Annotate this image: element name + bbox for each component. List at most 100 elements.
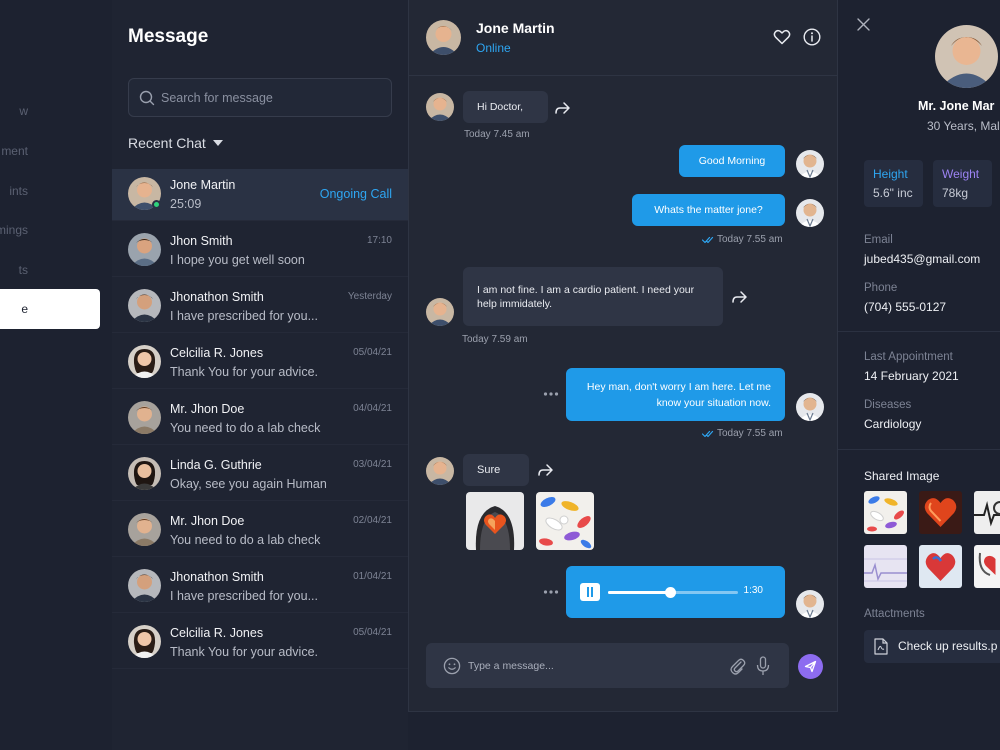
message-text-line: Hey man, don't worry I am here. Let me: [586, 381, 771, 393]
attachments-title: Attactments: [864, 608, 925, 620]
doctor-avatar: [796, 393, 824, 421]
message-composer: [426, 643, 789, 688]
shared-image-heart-model[interactable]: [919, 545, 962, 588]
chat-preview: I have prescribed for you...: [170, 589, 318, 603]
message-text-line: know your situation now.: [656, 397, 771, 409]
forward-icon[interactable]: [536, 461, 554, 479]
message-bubble-outgoing: Hey man, don't worry I am here. Let me k…: [566, 368, 785, 421]
message-time: Today 7.45 am: [464, 129, 530, 140]
more-options-icon[interactable]: [543, 391, 559, 397]
shared-image-chart[interactable]: [864, 545, 907, 588]
shared-image-ecg[interactable]: [974, 491, 1000, 534]
recent-chat-dropdown[interactable]: Recent Chat: [128, 135, 223, 151]
message-input[interactable]: [468, 643, 718, 688]
close-icon[interactable]: [857, 18, 870, 31]
audio-progress-knob[interactable]: [665, 587, 677, 598]
chat-preview: Thank You for your advice.: [170, 365, 319, 379]
attachment-file[interactable]: Check up results.p: [864, 630, 1000, 663]
pdf-file-icon: [874, 638, 888, 655]
chat-time: 01/04/21: [353, 571, 392, 582]
heart-icon[interactable]: [773, 28, 791, 46]
info-icon[interactable]: [803, 28, 821, 46]
chat-item[interactable]: Jhonathon Smith I have prescribed for yo…: [112, 281, 408, 333]
nav-item-label: w: [19, 104, 28, 118]
message-time: Today 7.59 am: [462, 334, 528, 345]
avatar: [128, 569, 161, 602]
contact-avatar[interactable]: [426, 20, 461, 55]
nav-item-appointment[interactable]: ment: [0, 131, 100, 171]
chat-time: 05/04/21: [353, 347, 392, 358]
shared-image-heart[interactable]: [919, 491, 962, 534]
microphone-icon[interactable]: [756, 656, 770, 676]
last-appointment-value: 14 February 2021: [864, 369, 959, 383]
search-box[interactable]: [128, 78, 392, 117]
nav-item-timings[interactable]: e Timings: [0, 210, 100, 250]
nav-item-overview[interactable]: w: [0, 91, 100, 131]
voice-message: 1:30: [566, 566, 785, 618]
paperclip-icon[interactable]: [728, 656, 746, 676]
chat-name: Jhonathon Smith: [170, 570, 264, 584]
audio-progress-track[interactable]: [608, 587, 738, 598]
avatar: [128, 625, 161, 658]
send-button[interactable]: [798, 654, 823, 679]
chat-item[interactable]: Jhon Smith I hope you get well soon 17:1…: [112, 225, 408, 277]
chat-item[interactable]: Jhonathon Smith I have prescribed for yo…: [112, 561, 408, 613]
message-time: Today 7.55 am: [717, 234, 783, 245]
chat-time: 03/04/21: [353, 459, 392, 470]
nav-item-patients[interactable]: ints: [0, 171, 100, 211]
chat-item-active[interactable]: Jone Martin 25:09 Ongoing Call: [112, 169, 408, 221]
ongoing-call-link[interactable]: Ongoing Call: [320, 187, 392, 201]
chat-preview: I hope you get well soon: [170, 253, 305, 267]
phone-label: Phone: [864, 282, 898, 294]
search-input[interactable]: [161, 79, 387, 116]
message-text-line: help immidately.: [477, 298, 553, 310]
message-time: Today 7.55 am: [717, 428, 783, 439]
chat-time: 04/04/21: [353, 403, 392, 414]
chat-time: Yesterday: [347, 291, 392, 302]
nav-item-message[interactable]: e: [0, 289, 100, 329]
chat-time: 02/04/21: [353, 515, 392, 526]
recent-chat-label: Recent Chat: [128, 135, 206, 151]
height-label: Height: [873, 167, 908, 181]
emoji-icon[interactable]: [443, 657, 461, 675]
search-icon: [139, 90, 155, 106]
email-value[interactable]: jubed435@gmail.com: [864, 252, 980, 266]
nav-item-label: ts: [18, 263, 28, 277]
chat-item[interactable]: Celcilia R. Jones Thank You for your adv…: [112, 337, 408, 389]
chat-name: Celcilia R. Jones: [170, 346, 264, 360]
pause-button[interactable]: [580, 583, 600, 601]
avatar: [128, 233, 161, 266]
attachment-file-name: Check up results.p: [898, 639, 998, 653]
avatar: [128, 457, 161, 490]
chat-item[interactable]: Mr. Jhon Doe You need to do a lab check …: [112, 505, 408, 557]
last-appointment-label: Last Appointment: [864, 351, 953, 363]
avatar: [128, 513, 161, 546]
contact-name: Jone Martin: [476, 20, 555, 36]
nav-item-reports[interactable]: ts: [0, 250, 100, 290]
more-options-icon[interactable]: [543, 589, 559, 595]
shared-image-stethoscope[interactable]: [974, 545, 1000, 588]
chat-item[interactable]: Linda G. Guthrie Okay, see you again Hum…: [112, 449, 408, 501]
chat-image-pills[interactable]: [536, 492, 594, 550]
avatar: [128, 345, 161, 378]
divider: [838, 449, 1000, 450]
doctor-avatar: [796, 199, 824, 227]
forward-icon[interactable]: [553, 99, 571, 117]
forward-icon[interactable]: [730, 288, 748, 306]
doctor-avatar: [796, 590, 824, 618]
shared-image-pills[interactable]: [864, 491, 907, 534]
avatar: [128, 401, 161, 434]
patient-age-gender: 30 Years, Mal: [927, 119, 1000, 133]
email-label: Email: [864, 234, 893, 246]
profile-avatar: [935, 25, 998, 88]
message-bubble-outgoing: Whats the matter jone?: [632, 194, 785, 226]
phone-value[interactable]: (704) 555-0127: [864, 300, 946, 314]
chat-item[interactable]: Celcilia R. Jones Thank You for your adv…: [112, 617, 408, 669]
height-value: 5.6" inc: [873, 186, 913, 200]
chat-item[interactable]: Mr. Jhon Doe You need to do a lab check …: [112, 393, 408, 445]
chat-image-heart-xray[interactable]: [466, 492, 524, 550]
chat-preview: Okay, see you again Human: [170, 477, 327, 491]
diseases-value: Cardiology: [864, 417, 922, 431]
patient-name: Mr. Jone Mar: [918, 99, 995, 113]
message-bubble-incoming: Sure: [463, 454, 529, 486]
